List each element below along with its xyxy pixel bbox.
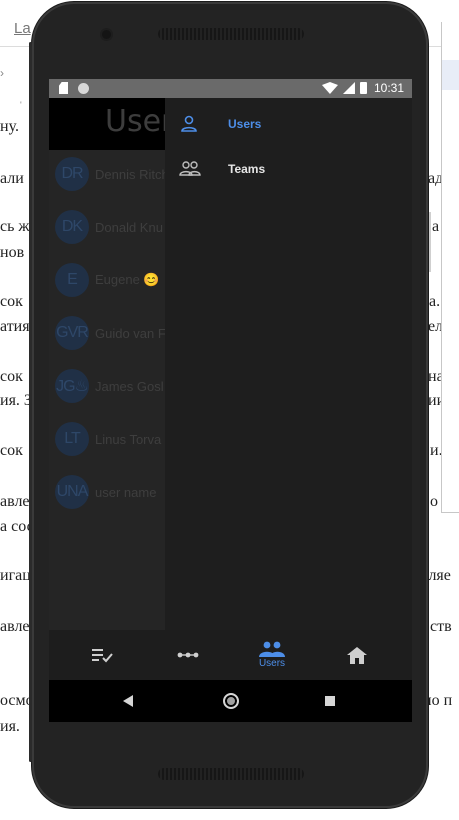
user-name: user name <box>95 484 157 500</box>
document-line: а <box>432 218 440 235</box>
avatar: GVR <box>55 316 89 350</box>
side-panel-chip <box>442 60 459 90</box>
document-line: сок <box>0 293 23 310</box>
navigation-drawer: Users Teams <box>165 98 412 630</box>
recent-apps-icon[interactable] <box>325 696 335 706</box>
list-item[interactable]: DK Donald Knu <box>55 209 163 245</box>
user-name: Guido van F <box>95 325 166 341</box>
document-line: ну. <box>0 118 19 135</box>
list-item[interactable]: E Eugene 😊 <box>55 262 160 298</box>
document-line: сь ж <box>0 218 30 235</box>
group-icon <box>259 641 285 657</box>
page-title: User <box>105 104 174 139</box>
tab-more[interactable] <box>143 630 233 680</box>
user-name: Donald Knu <box>95 219 163 235</box>
home-button-icon[interactable] <box>223 693 239 709</box>
document-line: али <box>0 170 24 187</box>
scrollbar-handle[interactable] <box>428 212 431 272</box>
tab-home[interactable] <box>312 630 402 680</box>
wifi-icon <box>321 82 338 94</box>
top-speaker <box>158 28 304 40</box>
user-name: Linus Torva <box>95 431 162 447</box>
bottom-speaker <box>158 768 304 780</box>
tab-label: Users <box>258 658 286 669</box>
phone-edge <box>29 42 32 762</box>
people-icon <box>179 161 201 176</box>
list-item[interactable]: UNA user name <box>55 474 156 510</box>
document-line: ия. <box>0 718 20 735</box>
list-item[interactable]: GVR Guido van F <box>55 315 166 351</box>
document-line: сок <box>0 368 23 385</box>
status-bar: 10:31 <box>49 79 412 98</box>
home-icon <box>347 646 367 664</box>
side-panel <box>428 22 459 513</box>
list-item[interactable]: DR Dennis Ritch <box>55 156 169 192</box>
document-line: авле <box>0 618 30 635</box>
document-line: ств <box>430 618 452 635</box>
document-link[interactable]: La <box>14 20 31 37</box>
tab-tasks[interactable] <box>58 630 148 680</box>
list-item[interactable]: LT Linus Torva <box>55 421 161 457</box>
document-line: а. <box>429 293 441 310</box>
ruler-mark: ' <box>20 100 22 110</box>
toolbar-chevron-icon[interactable]: › <box>0 66 4 80</box>
front-camera <box>102 30 111 39</box>
document-line: атия <box>0 318 30 335</box>
phone-screen: 10:31 User DR Dennis Ritch DK Donald Knu… <box>49 79 412 722</box>
drawer-item-teams[interactable]: Teams <box>165 149 412 189</box>
list-item[interactable]: JG♨ James Gosl <box>55 368 164 404</box>
user-name: James Gosl <box>95 378 164 394</box>
drawer-item-label: Users <box>228 117 262 131</box>
status-time: 10:31 <box>373 81 404 95</box>
battery-icon <box>359 82 367 94</box>
avatar: DR <box>55 157 89 191</box>
bottom-tab-bar: Users <box>49 630 412 680</box>
document-line: игац <box>0 567 31 584</box>
user-name: Eugene 😊 <box>95 272 160 287</box>
user-name: Dennis Ritch <box>95 166 169 182</box>
notification-dot-icon <box>78 82 89 94</box>
avatar: UNA <box>55 475 89 509</box>
drawer-item-label: Teams <box>228 162 266 176</box>
tab-users[interactable]: Users <box>227 630 317 680</box>
document-line: о <box>430 493 438 510</box>
avatar: LT <box>55 422 89 456</box>
avatar: E <box>55 263 89 297</box>
system-nav-bar <box>49 680 412 722</box>
back-icon[interactable] <box>123 695 133 707</box>
drawer-item-users[interactable]: Users <box>165 104 412 144</box>
dots-icon <box>177 652 199 658</box>
avatar: DK <box>55 210 89 244</box>
playlist-check-icon <box>92 649 113 663</box>
document-line: ия. З <box>0 392 32 409</box>
avatar: JG♨ <box>55 369 89 403</box>
document-line: нов <box>0 244 25 261</box>
document-line: авле <box>0 493 30 510</box>
sim-card-icon <box>59 82 68 94</box>
signal-icon <box>342 82 355 94</box>
document-line: сок <box>0 442 23 459</box>
person-icon <box>181 115 197 132</box>
